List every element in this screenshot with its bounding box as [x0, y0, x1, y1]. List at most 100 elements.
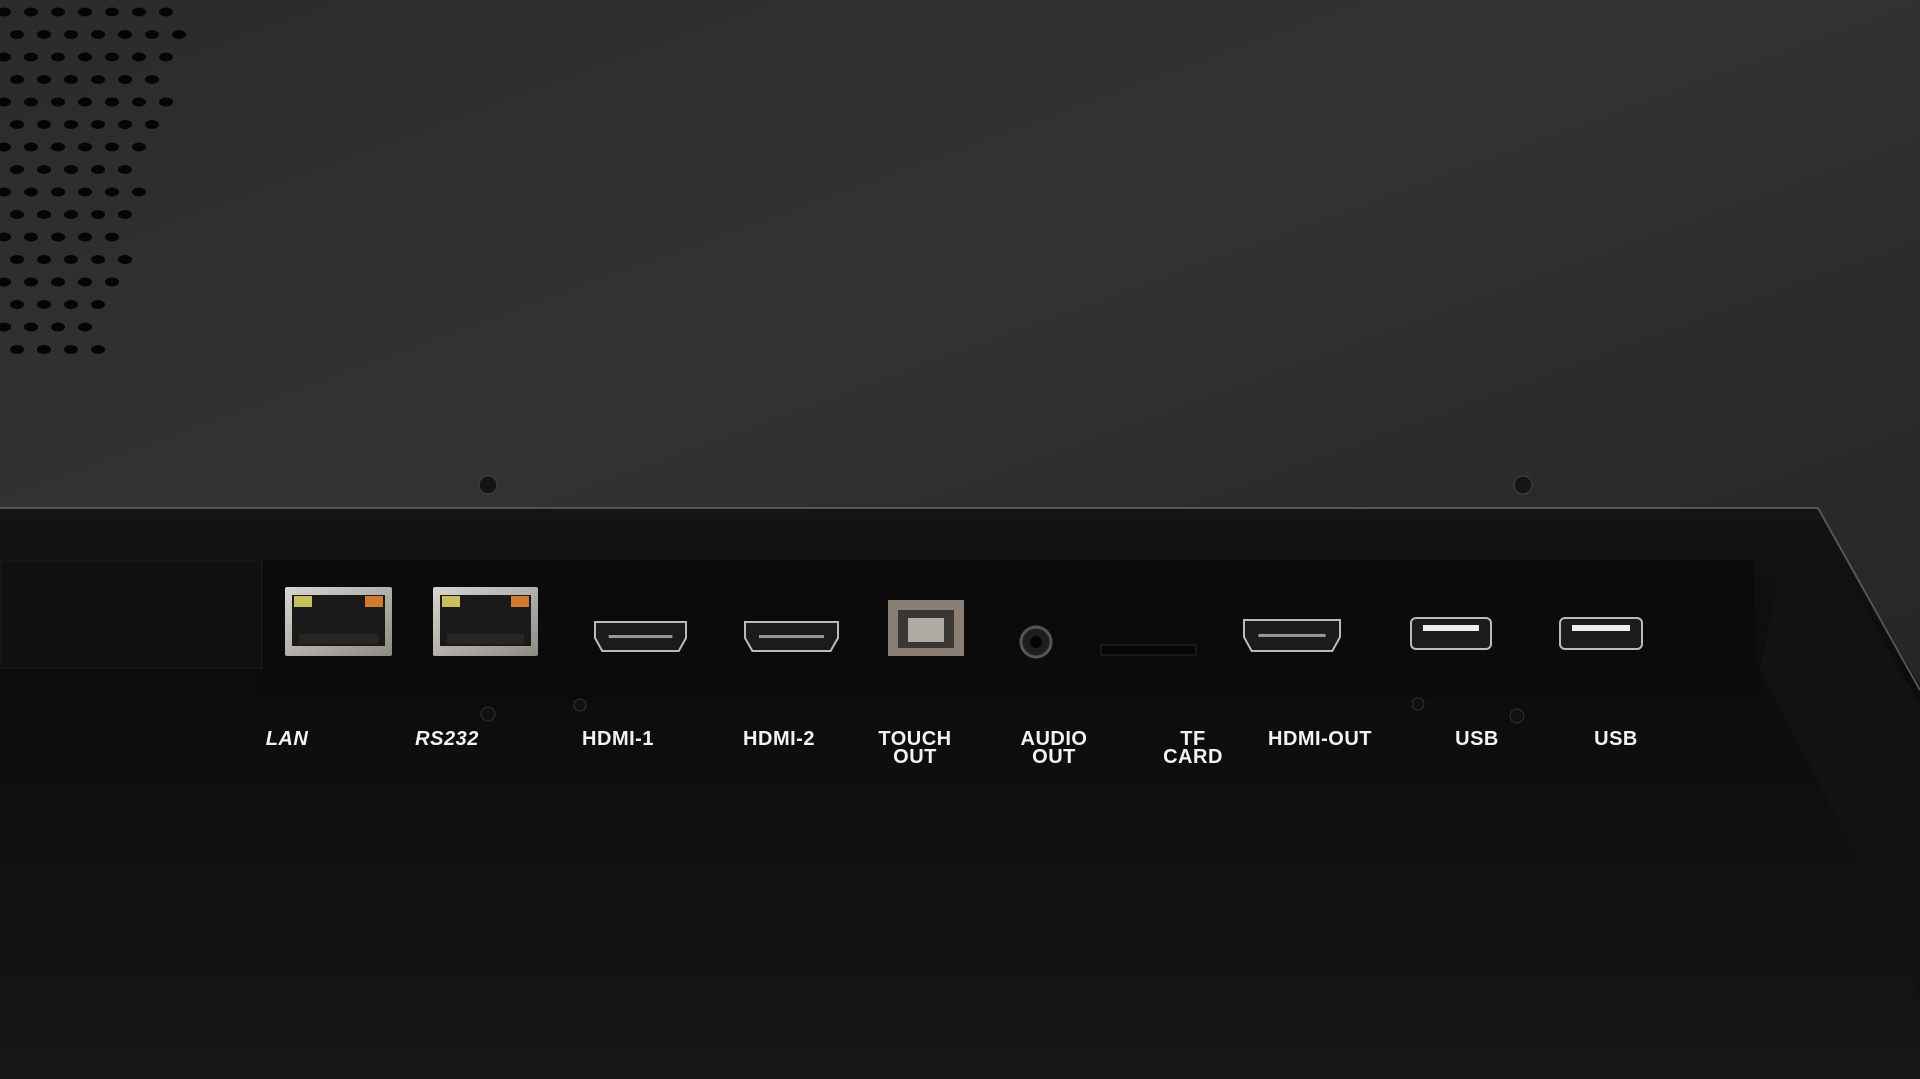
grille-hole [0, 187, 11, 197]
grille-hole [0, 142, 11, 152]
grille-hole [132, 187, 146, 197]
usb-b-icon[interactable] [888, 600, 964, 656]
grille-hole [10, 255, 24, 264]
grille-hole [91, 210, 105, 219]
grille-hole [10, 300, 24, 309]
grille-hole [51, 277, 65, 287]
grille-hole [145, 30, 159, 39]
grille-hole [24, 322, 38, 332]
grille-hole [10, 30, 24, 39]
grille-hole [159, 97, 173, 107]
grille-hole [91, 30, 105, 39]
grille-hole [105, 97, 119, 107]
port-label: USB [1455, 728, 1499, 750]
grille-hole [78, 7, 92, 17]
grille-hole [78, 187, 92, 197]
grille-hole [172, 30, 186, 39]
grille-hole [24, 52, 38, 62]
grille-hole [37, 120, 51, 129]
grille-hole [105, 7, 119, 17]
rj45-icon[interactable] [433, 587, 538, 656]
grille-hole [24, 187, 38, 197]
grille-hole [64, 75, 78, 84]
grille-hole [159, 7, 173, 17]
grille-hole [0, 7, 11, 17]
screw-icon [1513, 475, 1533, 495]
grille-hole [118, 30, 132, 39]
port-label: HDMI-OUT [1268, 728, 1372, 750]
grille-hole [105, 187, 119, 197]
usb-a-icon[interactable] [1559, 617, 1643, 650]
grille-hole [10, 345, 24, 354]
hdmi-icon[interactable] [1243, 619, 1341, 652]
grille-hole [51, 52, 65, 62]
grille-hole [37, 255, 51, 264]
grille-hole [51, 142, 65, 152]
grille-hole [159, 52, 173, 62]
grille-hole [132, 52, 146, 62]
grille-hole [64, 30, 78, 39]
grille-hole [37, 345, 51, 354]
grille-hole [132, 7, 146, 17]
grille-hole [78, 322, 92, 332]
hdmi-icon[interactable] [744, 621, 839, 652]
grille-hole [91, 345, 105, 354]
grille-hole [118, 210, 132, 219]
grille-hole [64, 165, 78, 174]
port-label: LAN [265, 728, 309, 750]
grille-hole [118, 75, 132, 84]
grille-hole [37, 165, 51, 174]
grille-hole [78, 52, 92, 62]
grille-hole [10, 165, 24, 174]
grille-hole [10, 75, 24, 84]
grille-hole [64, 120, 78, 129]
grille-hole [37, 75, 51, 84]
grille-hole [0, 322, 11, 332]
grille-hole [0, 52, 11, 62]
grille-hole [64, 345, 78, 354]
grille-hole [51, 7, 65, 17]
grille-hole [64, 255, 78, 264]
port-panel-photo: LAN RS232 HDMI-1 HDMI-2 TOUCH OUT AUDIO OUT TF… [0, 0, 1920, 1079]
grille-hole [105, 277, 119, 287]
grille-hole [145, 75, 159, 84]
grille-hole [78, 142, 92, 152]
screw-icon [478, 475, 498, 495]
grille-hole [64, 300, 78, 309]
grille-hole [78, 97, 92, 107]
grille-hole [24, 142, 38, 152]
grille-hole [105, 52, 119, 62]
grille-hole [91, 75, 105, 84]
device-illustration [0, 7, 1920, 1079]
grille-hole [51, 97, 65, 107]
usb-a-icon[interactable] [1410, 617, 1492, 650]
grille-hole [0, 232, 11, 242]
grille-hole [10, 210, 24, 219]
grille-hole [0, 97, 11, 107]
grille-hole [118, 255, 132, 264]
speaker-grille [0, 7, 186, 354]
rj45-icon[interactable] [285, 587, 392, 656]
grille-hole [10, 120, 24, 129]
port-label: TF CARD [1163, 728, 1223, 768]
grille-hole [145, 120, 159, 129]
grille-hole [64, 210, 78, 219]
grille-hole [118, 120, 132, 129]
hdmi-icon[interactable] [594, 621, 687, 652]
grille-hole [78, 277, 92, 287]
port-label: USB [1594, 728, 1638, 750]
grille-hole [105, 142, 119, 152]
sd-slot-icon[interactable] [1100, 644, 1197, 656]
grille-hole [91, 255, 105, 264]
grille-hole [91, 165, 105, 174]
grille-hole [118, 165, 132, 174]
grille-hole [37, 300, 51, 309]
port-label: HDMI-1 [582, 728, 654, 750]
grille-hole [51, 187, 65, 197]
audio-jack-icon[interactable] [1019, 625, 1053, 659]
port-label: HDMI-2 [743, 728, 815, 750]
grille-hole [132, 97, 146, 107]
grille-hole [51, 322, 65, 332]
grille-hole [78, 232, 92, 242]
port-label: RS232 [415, 728, 479, 750]
